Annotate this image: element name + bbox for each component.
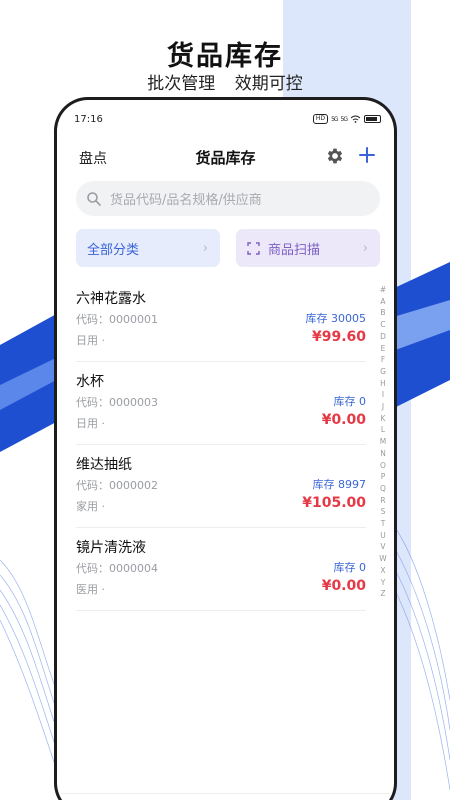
item-stock: 库存 0	[333, 561, 367, 574]
list-item[interactable]: 镜片清洗液 代码：0000004 医用 · 库存 0 ¥0.00	[76, 528, 366, 611]
promo-title: 货品库存	[167, 41, 283, 72]
item-price: ¥105.00	[302, 495, 366, 511]
tab-bar-divider	[61, 793, 390, 794]
scan-button[interactable]: 商品扫描 ›	[236, 229, 380, 267]
list-item[interactable]: 六神花露水 代码：0000001 日用 · 库存 30005 ¥99.60	[76, 279, 366, 362]
item-stock: 库存 0	[333, 395, 367, 408]
gear-icon[interactable]	[325, 146, 345, 166]
alpha-letter[interactable]: A	[380, 296, 385, 308]
search-icon	[87, 191, 101, 206]
chevron-right-icon: ›	[202, 241, 208, 256]
item-name: 六神花露水	[76, 291, 146, 307]
item-category: 日用 ·	[76, 417, 105, 430]
item-category: 日用 ·	[76, 334, 105, 347]
hd-badge: HD	[312, 114, 329, 124]
alpha-letter[interactable]: I	[382, 389, 384, 401]
scan-label: 商品扫描	[268, 242, 321, 258]
nav-bar: 盘点 货品库存	[57, 142, 394, 170]
battery-icon	[364, 115, 381, 123]
alpha-letter[interactable]: U	[380, 530, 386, 542]
alpha-letter[interactable]: E	[381, 343, 386, 355]
alpha-letter[interactable]: W	[379, 553, 386, 565]
alpha-letter[interactable]: Z	[380, 588, 385, 600]
item-code: 代码：0000004	[76, 562, 158, 575]
item-price: ¥99.60	[311, 329, 366, 345]
alpha-letter[interactable]: V	[380, 541, 385, 553]
search-input[interactable]: 货品代码/品名规格/供应商	[76, 181, 380, 216]
inventory-list: 六神花露水 代码：0000001 日用 · 库存 30005 ¥99.60 水杯…	[76, 279, 366, 611]
item-stock: 库存 8997	[312, 478, 367, 491]
alpha-letter[interactable]: H	[380, 378, 386, 390]
item-name: 水杯	[76, 374, 104, 390]
alpha-letter[interactable]: D	[380, 331, 386, 343]
search-placeholder: 货品代码/品名规格/供应商	[110, 193, 262, 208]
list-item[interactable]: 水杯 代码：0000003 日用 · 库存 0 ¥0.00	[76, 362, 366, 445]
item-code: 代码：0000003	[76, 396, 158, 409]
status-icons: HD 5G 5G	[312, 114, 381, 124]
alpha-letter[interactable]: P	[381, 471, 386, 483]
alpha-letter[interactable]: C	[380, 319, 385, 331]
alpha-letter[interactable]: M	[380, 436, 386, 448]
item-code: 代码：0000002	[76, 479, 158, 492]
category-filter-label: 全部分类	[87, 242, 140, 258]
item-name: 镜片清洗液	[76, 540, 146, 556]
alpha-letter[interactable]: L	[381, 424, 385, 436]
item-category: 家用 ·	[76, 500, 105, 513]
item-category: 医用 ·	[76, 583, 105, 596]
alphabet-index[interactable]: # A B C D E F G H I J K L M N O P Q R S …	[378, 284, 388, 600]
filter-bar: 全部分类 › 商品扫描 ›	[76, 229, 380, 267]
phone-screen: 17:16 HD 5G 5G 盘点 货品库存 货品代码/品名规格/供应商 全部分…	[57, 100, 394, 800]
alpha-letter[interactable]: N	[380, 448, 386, 460]
chevron-right-icon: ›	[362, 241, 368, 256]
alpha-letter[interactable]: #	[380, 284, 386, 296]
item-price: ¥0.00	[321, 578, 366, 594]
phone-frame: 17:16 HD 5G 5G 盘点 货品库存 货品代码/品名规格/供应商 全部分…	[54, 97, 397, 800]
item-code: 代码：0000001	[76, 313, 158, 326]
plus-icon[interactable]	[358, 146, 376, 164]
alpha-letter[interactable]: Y	[381, 577, 386, 589]
category-filter-button[interactable]: 全部分类 ›	[76, 229, 220, 267]
promo-subtitle: 批次管理 效期可控	[147, 74, 303, 94]
alpha-letter[interactable]: R	[380, 495, 385, 507]
alpha-letter[interactable]: O	[380, 460, 386, 472]
signal-icon-2: 5G	[340, 115, 349, 123]
alpha-letter[interactable]: B	[380, 307, 385, 319]
item-name: 维达抽纸	[76, 457, 132, 473]
alpha-letter[interactable]: S	[381, 506, 386, 518]
scan-icon	[247, 241, 260, 255]
list-item[interactable]: 维达抽纸 代码：0000002 家用 · 库存 8997 ¥105.00	[76, 445, 366, 528]
alpha-letter[interactable]: J	[382, 401, 384, 413]
item-stock: 库存 30005	[305, 312, 367, 325]
status-bar: 17:16 HD 5G 5G	[74, 112, 381, 126]
item-price: ¥0.00	[321, 412, 366, 428]
alpha-letter[interactable]: K	[381, 413, 386, 425]
alpha-letter[interactable]: X	[380, 565, 385, 577]
alpha-letter[interactable]: Q	[380, 483, 386, 495]
alpha-letter[interactable]: G	[380, 366, 386, 378]
alpha-letter[interactable]: F	[381, 354, 385, 366]
wifi-icon	[350, 115, 361, 123]
stocktake-button[interactable]: 盘点	[79, 148, 107, 168]
alpha-letter[interactable]: T	[381, 518, 386, 530]
status-time: 17:16	[74, 113, 103, 125]
signal-icon: 5G	[331, 115, 339, 123]
